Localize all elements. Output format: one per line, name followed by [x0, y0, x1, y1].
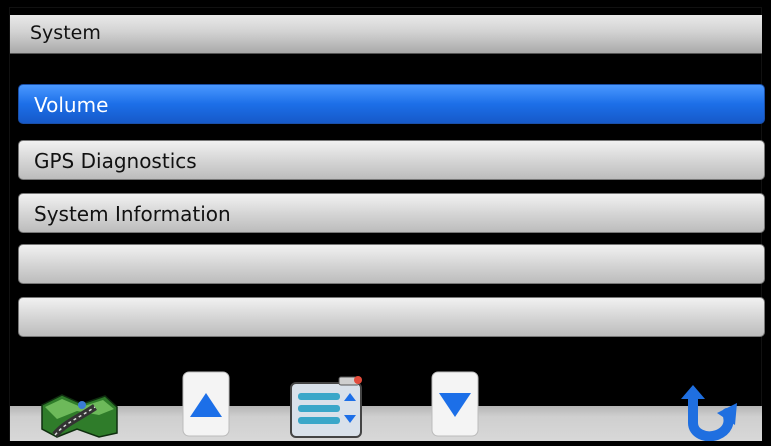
scroll-up-icon[interactable]: [182, 371, 232, 439]
menu-item-empty-2[interactable]: [18, 297, 765, 337]
scroll-down-icon[interactable]: [431, 371, 481, 439]
menu-item-empty-1[interactable]: [18, 244, 765, 284]
menu-list-icon[interactable]: [289, 375, 367, 441]
back-icon[interactable]: [675, 385, 739, 441]
title-bar: System: [10, 15, 762, 54]
page-title: System: [30, 22, 101, 44]
menu-item-label: System Information: [34, 202, 231, 226]
menu-item-system-information[interactable]: System Information: [18, 193, 765, 233]
map-icon[interactable]: [37, 389, 123, 439]
device-screen: System Volume GPS Diagnostics System Inf…: [0, 0, 771, 446]
menu-item-label: GPS Diagnostics: [34, 149, 197, 173]
menu-item-gps-diagnostics[interactable]: GPS Diagnostics: [18, 140, 765, 180]
menu-item-volume[interactable]: Volume: [18, 84, 765, 124]
menu-item-label: Volume: [34, 93, 109, 117]
